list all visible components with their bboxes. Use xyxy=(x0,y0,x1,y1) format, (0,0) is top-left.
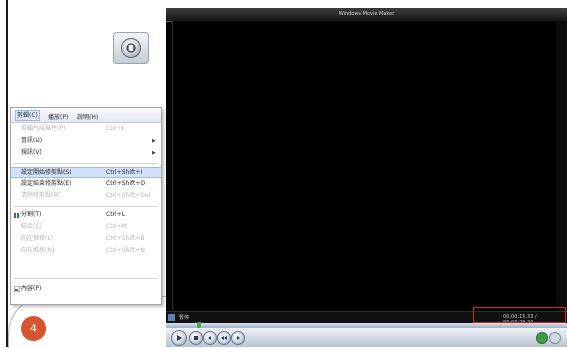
menu-item-audio[interactable]: 音訊(U) ▶ xyxy=(11,136,161,146)
properties-icon xyxy=(13,285,21,293)
slide-number: 4 xyxy=(21,316,46,341)
menu-item-split[interactable]: 分割(T) Ctrl+L xyxy=(11,210,161,220)
previous-button[interactable] xyxy=(203,331,217,345)
menu-separator xyxy=(14,163,158,164)
menu-item-clip-properties[interactable]: 剪輯片段屬性(P) Ctrl+I xyxy=(11,124,161,134)
menu-play[interactable]: 播放(P) xyxy=(48,112,68,121)
menu-item-video[interactable]: 視訊(V) ▶ xyxy=(11,148,161,158)
slide-left-rule-dark xyxy=(6,0,8,347)
wmp-logo-button[interactable] xyxy=(113,32,149,64)
video-display[interactable] xyxy=(172,21,567,311)
video-scroll-track xyxy=(556,21,567,311)
player-title: Windows Movie Maker xyxy=(166,8,567,22)
play-icon xyxy=(177,335,182,341)
menu-item-nudge-left[interactable]: 向左推移(L) Ctrl+Shift+B xyxy=(11,234,161,244)
fullscreen-icon[interactable] xyxy=(549,332,561,344)
play-button[interactable] xyxy=(171,330,187,346)
menu-separator xyxy=(14,206,158,207)
playback-controls xyxy=(166,328,567,347)
rewind-button[interactable] xyxy=(217,331,231,345)
menu-item-set-start-trim[interactable]: 設定開始修剪點(S) Ctrl+Shift+I xyxy=(11,167,161,178)
next-button[interactable] xyxy=(231,331,245,345)
video-player: Windows Movie Maker 暫停 00:00:15.33 / 00:… xyxy=(166,8,567,347)
menu-item-nudge-right[interactable]: 向右推移(N) Ctrl+Shift+N xyxy=(11,246,161,256)
status-pause-icon xyxy=(168,314,175,321)
menu-clip[interactable]: 剪輯(C) xyxy=(15,110,40,121)
menu-item-combine[interactable]: 結合(C) Ctrl+M xyxy=(11,222,161,232)
volume-icon[interactable] xyxy=(536,332,548,344)
menu-bar: 剪輯(C) 播放(P) 說明(H) xyxy=(11,108,161,123)
menu-item-properties[interactable]: 內容(P) xyxy=(11,284,161,294)
wmp-logo-icon xyxy=(121,38,141,58)
clip-menu: 剪輯(C) 播放(P) 說明(H) 剪輯片段屬性(P) Ctrl+I 音訊(U)… xyxy=(10,107,162,305)
status-label: 暫停 xyxy=(179,315,190,321)
menu-help[interactable]: 說明(H) xyxy=(77,112,98,121)
stop-icon xyxy=(194,336,198,340)
menu-item-clear-trim[interactable]: 清除修剪點(R) Ctrl+Shift+Del xyxy=(11,191,161,201)
stop-button[interactable] xyxy=(189,331,203,345)
menu-item-set-end-trim[interactable]: 設定結束修剪點(E) Ctrl+Shift+O xyxy=(11,179,161,189)
time-highlight-box xyxy=(473,307,566,323)
rewind-icon xyxy=(221,336,227,340)
submenu-arrow-icon: ▶ xyxy=(152,138,156,144)
menu-separator xyxy=(14,278,158,279)
submenu-arrow-icon: ▶ xyxy=(152,150,156,156)
next-icon xyxy=(237,336,240,340)
split-icon xyxy=(14,212,19,218)
previous-icon xyxy=(208,336,211,340)
